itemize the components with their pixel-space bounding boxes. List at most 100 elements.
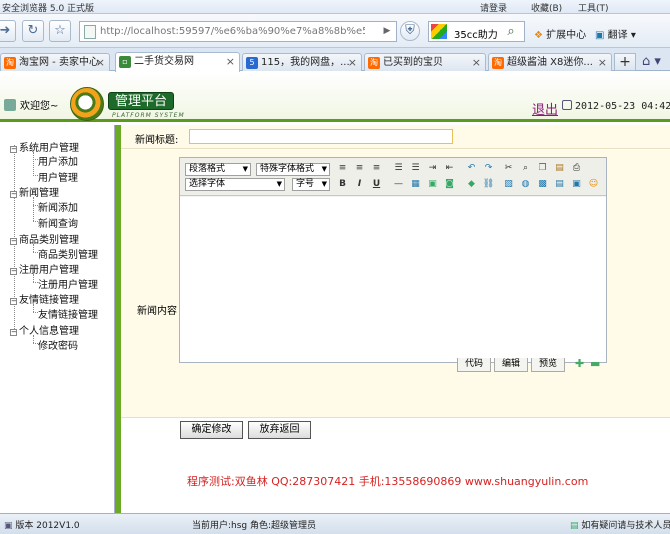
menu-registered-users[interactable]: − 注册用户管理 (10, 261, 79, 276)
menu-user-manage[interactable]: 用户管理 (38, 169, 78, 184)
collapse-icon[interactable]: − (10, 268, 17, 275)
main-content: 新闻标题: 新闻内容 段落格式 ▼ 特殊字体格式 ▼ 选择字体 ▼ 字号 ▼ ≡ ≡ ≡… (121, 125, 670, 513)
link-icon[interactable]: ⛓ (482, 178, 495, 191)
globe-icon[interactable]: ◍ (519, 178, 532, 191)
paste-icon[interactable]: ▤ (553, 162, 566, 175)
font-size-select[interactable]: 字号 ▼ (292, 178, 330, 191)
login-link[interactable]: 请登录 (480, 1, 507, 14)
search-icon[interactable]: ⌕ (500, 22, 522, 41)
ordered-list-icon[interactable]: ☰ (392, 162, 405, 175)
media-icon[interactable]: ◙ (443, 178, 456, 191)
browser-window: 安全浏览器 5.0 正式版 请登录 收藏(B) 工具(T) ➜ ↻ ☆ http… (0, 0, 670, 534)
grid-icon[interactable]: ▩ (536, 178, 549, 191)
collapse-icon[interactable]: − (10, 191, 17, 198)
align-center-icon[interactable]: ≡ (353, 162, 366, 175)
home-icon[interactable]: ⌂ ▾ (642, 52, 668, 71)
user-icon (4, 99, 16, 111)
news-title-input[interactable] (189, 129, 453, 144)
menu-product-category[interactable]: − 商品类别管理 (10, 231, 79, 246)
menu-news-add[interactable]: 新闻添加 (38, 199, 78, 214)
print-icon[interactable]: ⎙ (570, 162, 583, 175)
cancel-return-button[interactable]: 放弃返回 (248, 421, 311, 439)
expand-plus-icon[interactable]: ✚ (575, 358, 584, 369)
taobao-icon: 淘 (4, 57, 16, 69)
favorite-star-icon[interactable]: ☆ (49, 20, 71, 42)
special-font-select[interactable]: 特殊字体格式 ▼ (256, 163, 330, 176)
new-tab-plus-icon[interactable]: + (614, 53, 636, 71)
copy-icon[interactable]: ❐ (536, 162, 549, 175)
horizontal-rule-icon[interactable]: — (392, 178, 405, 191)
editor-tab-edit[interactable]: 编辑 (494, 358, 528, 372)
menu-user-add[interactable]: 用户添加 (38, 153, 78, 168)
collapse-icon[interactable]: − (10, 329, 17, 336)
menu-system-users[interactable]: − 系统用户管理 (10, 139, 79, 154)
document-icon[interactable]: ▤ (553, 178, 566, 191)
go-arrow-icon[interactable]: ▶ (380, 24, 394, 39)
menu-news[interactable]: − 新闻管理 (10, 184, 59, 199)
outdent-icon[interactable]: ⇤ (443, 162, 456, 175)
tab-super-sauce[interactable]: 淘 超级酱油 X8迷你... × (488, 53, 612, 71)
redo-icon[interactable]: ↷ (482, 162, 495, 175)
italic-icon[interactable]: I (353, 178, 366, 191)
tab-label: 二手货交易网 (134, 56, 194, 67)
tab-taobao[interactable]: 淘 淘宝网 - 卖家中心 × (0, 53, 110, 71)
extension-center-link[interactable]: ❖ 扩展中心 (534, 26, 586, 41)
editor-content-area[interactable] (180, 197, 606, 362)
collapse-icon[interactable]: − (10, 238, 17, 245)
refresh-icon[interactable]: ↻ (22, 20, 44, 42)
tab-bar: 淘 淘宝网 - 卖家中心 × ▫ 二手货交易网 × 5 115，我的网盘，...… (0, 48, 670, 72)
table-icon[interactable]: ▦ (409, 178, 422, 191)
menu-registered-users-manage[interactable]: 注册用户管理 (38, 276, 98, 291)
collapse-icon[interactable]: − (10, 146, 17, 153)
help-hint[interactable]: ▤ 如有疑问请与技术人员 (570, 518, 670, 531)
bold-icon[interactable]: B (336, 178, 349, 191)
menu-news-query[interactable]: 新闻查询 (38, 215, 78, 230)
special-char-icon[interactable]: ▧ (502, 178, 515, 191)
shield-icon[interactable]: ⛨ (400, 21, 420, 41)
paragraph-format-value: 段落格式 (189, 164, 226, 174)
close-icon[interactable]: × (598, 54, 607, 71)
cut-icon[interactable]: ✂ (502, 162, 515, 175)
menu-friend-links[interactable]: − 友情链接管理 (10, 291, 79, 306)
close-icon[interactable]: × (226, 53, 235, 70)
paragraph-format-select[interactable]: 段落格式 ▼ (185, 163, 251, 176)
address-text[interactable]: http://localhost:59597/%e6%ba%90%e7%a8%8… (100, 26, 365, 37)
emoticon-icon[interactable]: ☺ (587, 178, 600, 191)
tab-secondhand-trade[interactable]: ▫ 二手货交易网 × (115, 52, 240, 72)
menu-friend-links-manage[interactable]: 友情链接管理 (38, 306, 98, 321)
close-icon[interactable]: × (96, 54, 105, 71)
editor-tab-code[interactable]: 代码 (457, 358, 491, 372)
font-family-select[interactable]: 选择字体 ▼ (185, 178, 285, 191)
menu-product-category-manage[interactable]: 商品类别管理 (38, 246, 98, 261)
menu-change-password[interactable]: 修改密码 (38, 337, 78, 352)
translate-button[interactable]: ▣ 翻译 ▾ (595, 26, 636, 41)
collapse-icon[interactable]: − (10, 298, 17, 305)
align-left-icon[interactable]: ≡ (336, 162, 349, 175)
menu-label: 友情链接管理 (19, 295, 79, 306)
close-icon[interactable]: × (348, 54, 357, 71)
indent-icon[interactable]: ⇥ (426, 162, 439, 175)
menu-personal-info[interactable]: − 个人信息管理 (10, 322, 79, 337)
undo-icon[interactable]: ↶ (465, 162, 478, 175)
address-bar[interactable]: http://localhost:59597/%e6%ba%90%e7%a8%8… (79, 21, 397, 42)
favorites-menu[interactable]: 收藏(B) (531, 1, 562, 14)
translate-label: 翻译 (607, 30, 628, 41)
logout-link[interactable]: 退出 (532, 99, 558, 118)
editor-tab-preview[interactable]: 预览 (531, 358, 565, 372)
forward-icon[interactable]: ➜ (0, 20, 16, 42)
image-icon[interactable]: ▣ (426, 178, 439, 191)
underline-icon[interactable]: U (370, 178, 383, 191)
tools-menu[interactable]: 工具(T) (578, 1, 609, 14)
confirm-modify-button[interactable]: 确定修改 (180, 421, 243, 439)
close-icon[interactable]: × (472, 54, 481, 71)
search-engine-icon[interactable] (431, 24, 447, 39)
tab-115-netdisk[interactable]: 5 115，我的网盘，... × (242, 53, 362, 71)
save-icon[interactable]: ▣ (570, 178, 583, 191)
unordered-list-icon[interactable]: ☰ (409, 162, 422, 175)
align-right-icon[interactable]: ≡ (370, 162, 383, 175)
find-icon[interactable]: ⌕ (519, 162, 532, 175)
tab-purchased[interactable]: 淘 已买到的宝贝 × (364, 53, 486, 71)
flash-icon[interactable]: ◆ (465, 178, 478, 191)
search-text[interactable]: 35cc助力 (454, 26, 498, 41)
shrink-minus-icon[interactable]: ▬ (590, 358, 600, 369)
